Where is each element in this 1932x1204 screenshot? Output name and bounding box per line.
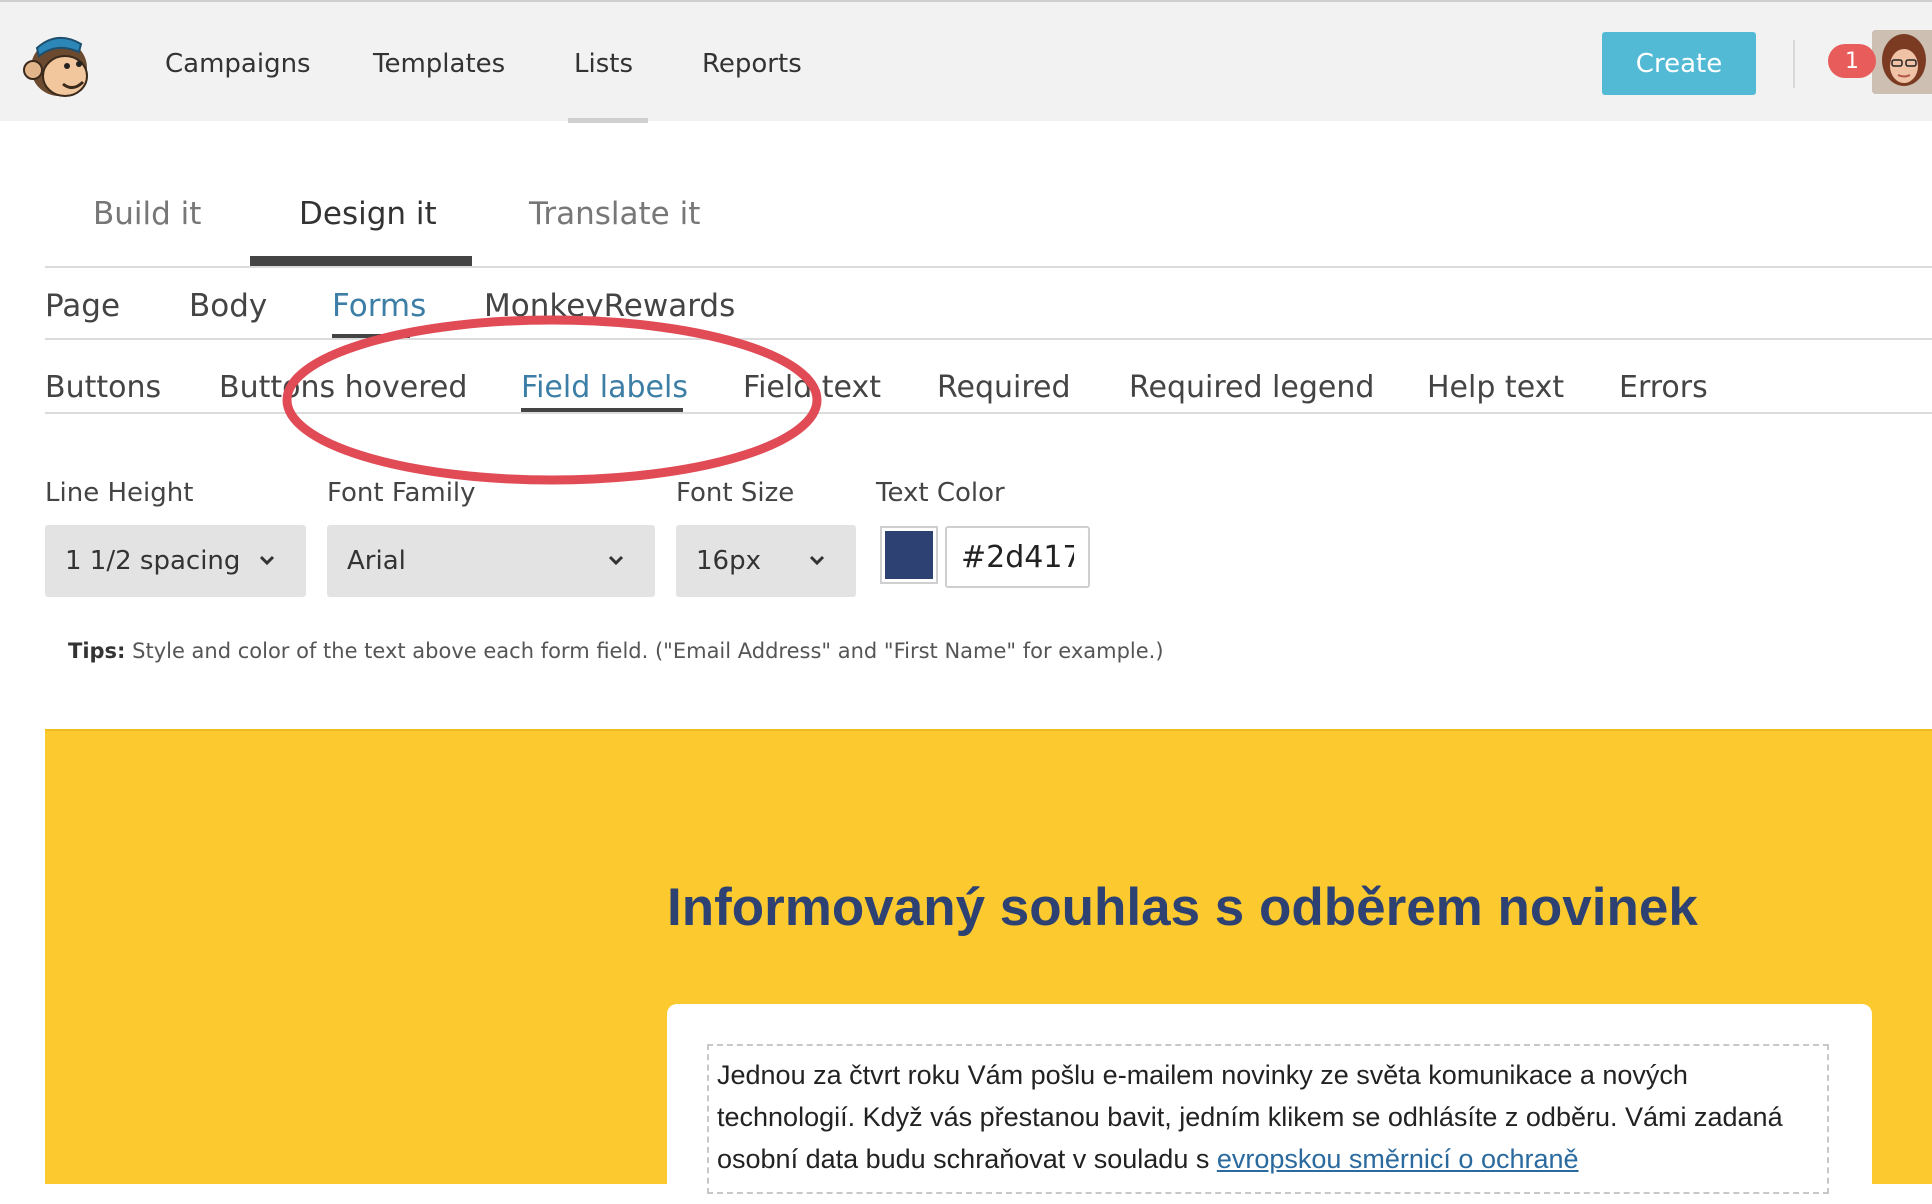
tab-body[interactable]: Body (189, 286, 267, 326)
tips-label: Tips: (68, 639, 126, 663)
tab-forms[interactable]: Forms (332, 286, 426, 326)
privacy-directive-link[interactable]: evropskou směrnicí o ochraně (1217, 1144, 1579, 1174)
subtabs-divider (45, 338, 1932, 340)
tab-monkeyrewards[interactable]: MonkeyRewards (484, 286, 735, 326)
tab-errors[interactable]: Errors (1619, 368, 1708, 408)
tab-field-labels[interactable]: Field labels (521, 368, 688, 408)
chevron-down-icon (608, 555, 624, 566)
line-height-select[interactable]: 1 1/2 spacing (45, 525, 306, 597)
font-family-value: Arial (347, 546, 406, 576)
nav-active-indicator (568, 118, 648, 123)
tab-required[interactable]: Required (937, 368, 1071, 408)
tab-field-text[interactable]: Field text (743, 368, 881, 408)
tips-description: Style and color of the text above each f… (125, 639, 1164, 663)
tab-design-it[interactable]: Design it (299, 194, 437, 234)
chevron-down-icon (809, 555, 825, 566)
swatch-fill (885, 531, 933, 579)
avatar-image (1872, 30, 1932, 94)
line-height-value: 1 1/2 spacing (65, 546, 241, 576)
tab-build-it[interactable]: Build it (93, 194, 201, 234)
notification-badge[interactable]: 1 (1828, 44, 1876, 78)
tab-buttons-hovered[interactable]: Buttons hovered (219, 368, 467, 408)
form-intro-text[interactable]: Jednou za čtvrt roku Vám pošlu e-mailem … (707, 1044, 1829, 1194)
tab-buttons[interactable]: Buttons (45, 368, 161, 408)
tab-active-indicator (250, 256, 472, 266)
top-navigation-bar: Campaigns Templates Lists Reports Create… (0, 0, 1932, 123)
text-color-swatch[interactable] (880, 526, 938, 584)
create-button[interactable]: Create (1602, 32, 1756, 95)
preview-title: Informovaný souhlas s odběrem novinek (667, 878, 1698, 937)
tab-page[interactable]: Page (45, 286, 120, 326)
font-size-select[interactable]: 16px (676, 525, 856, 597)
field-tabs-divider (45, 412, 1932, 414)
text-color-input[interactable] (945, 526, 1090, 588)
user-avatar[interactable] (1872, 30, 1932, 94)
text-color-label: Text Color (876, 478, 1005, 508)
mailchimp-logo[interactable] (19, 26, 97, 104)
nav-reports[interactable]: Reports (702, 47, 802, 81)
tab-help-text[interactable]: Help text (1427, 368, 1564, 408)
font-family-label: Font Family (327, 478, 476, 508)
tips-text: Tips: Style and color of the text above … (68, 637, 1164, 665)
tabs-divider (45, 266, 1932, 268)
font-size-value: 16px (696, 546, 761, 576)
nav-campaigns[interactable]: Campaigns (165, 47, 311, 81)
nav-lists[interactable]: Lists (574, 47, 633, 81)
tab-translate-it[interactable]: Translate it (529, 194, 700, 234)
font-size-label: Font Size (676, 478, 795, 508)
nav-templates[interactable]: Templates (373, 47, 505, 81)
font-family-select[interactable]: Arial (327, 525, 655, 597)
nav-divider (1793, 40, 1795, 88)
line-height-label: Line Height (45, 478, 194, 508)
chevron-down-icon (259, 555, 275, 566)
tab-required-legend[interactable]: Required legend (1129, 368, 1374, 408)
